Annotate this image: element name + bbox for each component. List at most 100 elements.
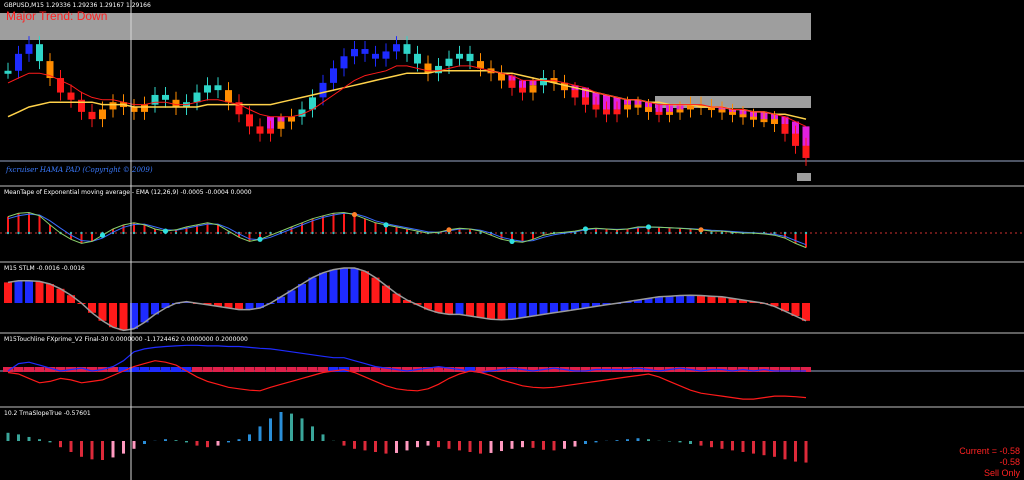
macd-zero-dot — [6, 231, 10, 235]
macd-cross-dot — [99, 232, 106, 238]
touchline-state-block — [318, 367, 328, 372]
touchline-state-block — [370, 367, 381, 372]
candle-body — [718, 109, 726, 113]
candle-body — [67, 92, 75, 100]
candle-body — [603, 109, 610, 115]
macd-zero-dot — [804, 231, 808, 235]
candle-body — [372, 53, 379, 59]
stlm-bar — [329, 269, 338, 303]
support-zone-bottom — [797, 173, 811, 181]
candle-body — [645, 107, 652, 112]
candle-body — [529, 85, 537, 93]
stlm-bar — [4, 282, 12, 303]
candle-body — [382, 51, 390, 59]
candle-body — [277, 121, 285, 129]
stlm-bar — [560, 303, 569, 312]
touchline-state-block — [276, 367, 286, 372]
macd-zero-dot — [363, 231, 367, 235]
stlm-bar — [487, 303, 495, 320]
touchline-state-block — [360, 367, 370, 372]
macd-zero-dot — [332, 231, 335, 235]
candle-body — [319, 82, 327, 98]
macd-cross-dot — [582, 226, 589, 232]
macd-zero-dot — [38, 231, 41, 235]
stlm-bar — [676, 295, 684, 303]
candle-body — [781, 123, 789, 134]
candle-body — [592, 104, 600, 110]
candle-body — [88, 111, 96, 120]
touchline-state-block — [297, 367, 307, 372]
candle-body — [624, 104, 631, 110]
macd-zero-dot — [300, 231, 304, 235]
touchline-state-block — [3, 367, 13, 372]
candle-body — [676, 109, 684, 113]
touchline-state-block — [244, 367, 255, 372]
panel-stlm — [4, 267, 810, 332]
touchline-red-line — [7, 360, 807, 400]
macd-zero-dot — [710, 231, 713, 235]
candle-body — [498, 73, 505, 81]
macd-cross-dot — [257, 236, 263, 242]
macd-zero-dot — [458, 231, 461, 235]
touchline-state-block — [223, 367, 234, 372]
macd-zero-dot — [783, 231, 787, 235]
candle-body — [760, 119, 768, 123]
macd-zero-dot — [153, 231, 157, 235]
macd-zero-dot — [521, 231, 524, 235]
candle-body — [634, 104, 642, 108]
touchline-state-block — [475, 367, 486, 372]
candle-body — [466, 53, 474, 62]
slope-panel-title: 10.2 TmaSlopeTrue -0.57601 — [4, 410, 91, 417]
candle-body — [340, 56, 348, 69]
macd-zero-dot — [269, 231, 272, 235]
panel-macd — [0, 211, 1024, 249]
touchline-state-block — [213, 367, 223, 372]
touchline-state-block — [150, 367, 160, 372]
macd-zero-dot — [374, 231, 377, 235]
touchline-state-block — [255, 367, 265, 372]
touchline-state-block — [286, 367, 297, 372]
candle-body — [655, 111, 663, 115]
macd-zero-dot — [668, 231, 671, 235]
candle-body — [256, 126, 264, 134]
candle-body — [141, 104, 148, 112]
stlm-bar — [497, 303, 506, 320]
stlm-panel-title: M15 STLM -0.0016 -0.0016 — [4, 265, 85, 272]
macd-zero-dot — [290, 231, 293, 235]
touchline-state-block — [34, 367, 45, 372]
touchline-state-block — [192, 367, 202, 372]
macd-zero-dot — [542, 231, 545, 235]
stlm-bar — [686, 295, 695, 303]
stlm-bar — [518, 303, 527, 318]
touchline-state-block — [307, 367, 318, 372]
candle-body — [802, 145, 810, 158]
candle-body — [739, 114, 747, 118]
stlm-bar — [508, 303, 516, 320]
candle-body — [246, 114, 253, 127]
candle-body — [288, 116, 295, 122]
candle-body — [172, 99, 180, 108]
macd-zero-dot — [584, 231, 587, 235]
candle-body — [582, 97, 589, 105]
macd-zero-dot — [636, 231, 640, 235]
stlm-bar — [88, 303, 96, 313]
panel-price — [0, 13, 1024, 181]
stlm-bar — [25, 280, 33, 303]
macd-zero-dot — [657, 231, 661, 235]
macd-zero-dot — [80, 231, 83, 235]
current-value: -0.58 — [999, 457, 1020, 467]
candle-body — [445, 58, 453, 66]
candle-body — [666, 111, 673, 115]
macd-zero-dot — [27, 231, 31, 235]
candle-body — [414, 53, 421, 64]
stlm-bar — [67, 295, 75, 303]
panel-dividers — [0, 185, 1024, 408]
macd-zero-dot — [216, 231, 220, 235]
stlm-bar — [707, 296, 716, 303]
macd-zero-dot — [174, 231, 178, 235]
candle-body — [109, 102, 117, 110]
candle-body — [750, 116, 757, 120]
candle-body — [351, 49, 358, 57]
macd-zero-dot — [416, 231, 419, 235]
trend-label: Major Trend: Down — [6, 9, 108, 23]
